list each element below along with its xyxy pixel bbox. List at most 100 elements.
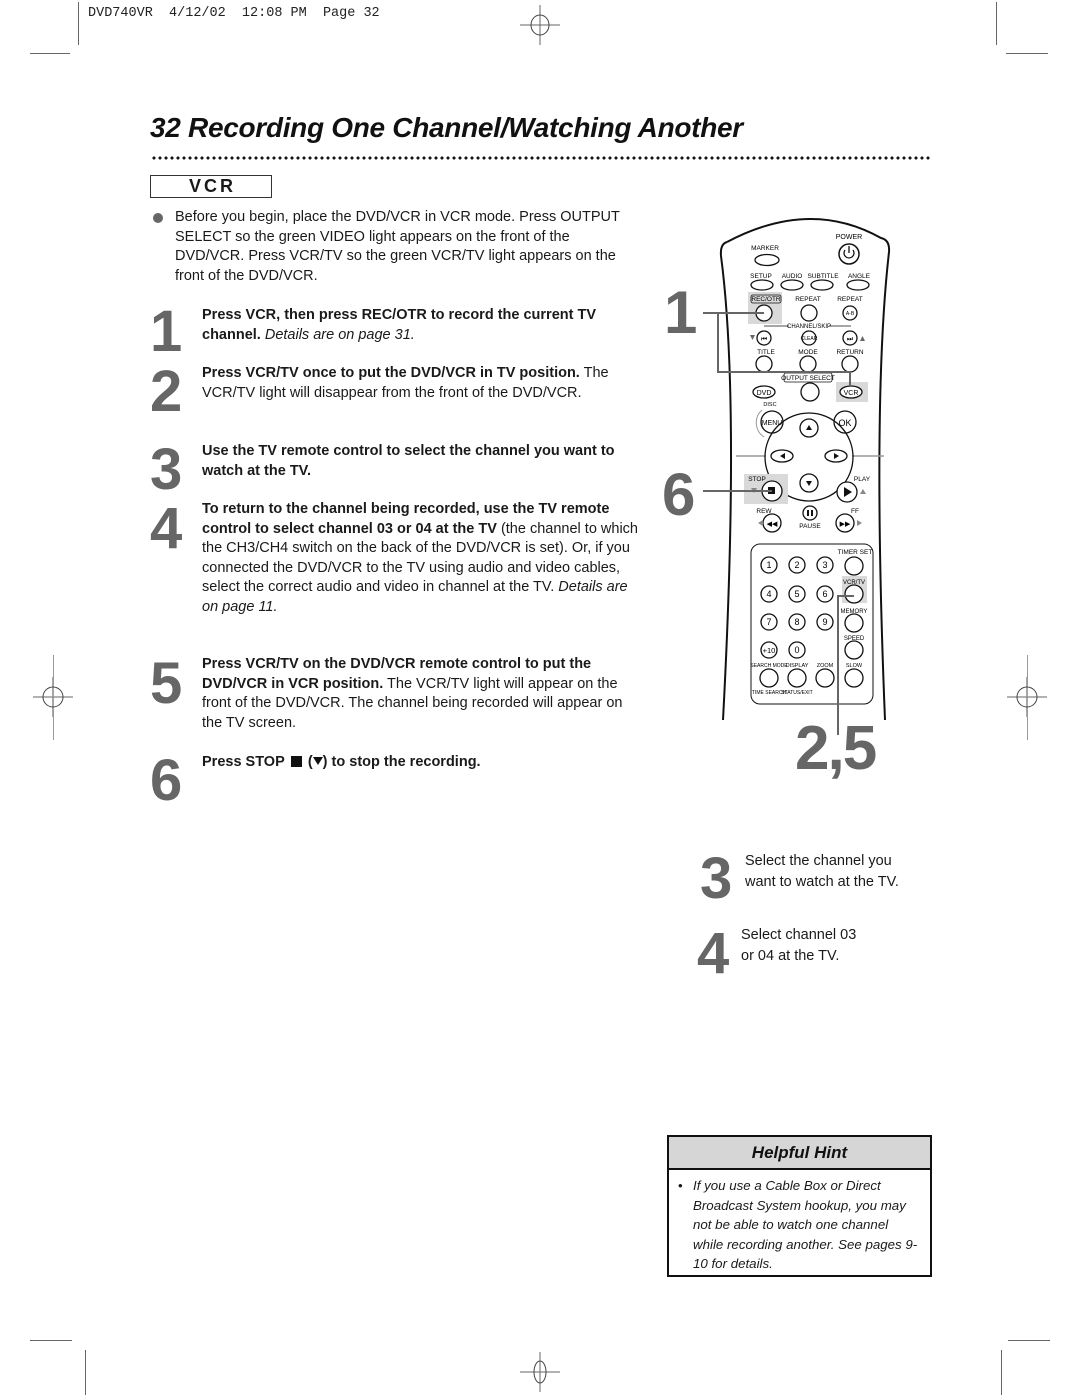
menu-label: MENU bbox=[762, 420, 783, 427]
svg-text:5: 5 bbox=[794, 589, 799, 599]
step-text: Press STOP () to stop the recording. bbox=[202, 754, 481, 770]
step-number: 3 bbox=[150, 437, 183, 502]
vcr-label: VCR bbox=[844, 390, 859, 397]
ab-label: A-B bbox=[846, 311, 855, 317]
subtitle-button bbox=[810, 279, 834, 291]
channel-skip-label: CHANNEL/SKIP bbox=[787, 324, 831, 330]
subtitle-label: SUBTITLE bbox=[807, 273, 839, 280]
step-number: 1 bbox=[150, 299, 183, 364]
side-note-number: 3 bbox=[700, 846, 733, 911]
intro-text: Before you begin, place the DVD/VCR in V… bbox=[175, 209, 620, 284]
marker-button bbox=[754, 253, 780, 267]
step-instruction: Press VCR/TV once to put the DVD/VCR in … bbox=[202, 365, 580, 381]
mode-button bbox=[799, 355, 817, 373]
page-title: 32 Recording One Channel/Watching Anothe… bbox=[150, 112, 743, 143]
hint-body: • If you use a Cable Box or Direct Broad… bbox=[669, 1170, 930, 1274]
search-mode-button bbox=[759, 668, 779, 688]
display-button bbox=[787, 668, 807, 688]
step-instruction: Use the TV remote control to select the … bbox=[202, 443, 615, 479]
display-label: DISPLAY bbox=[786, 663, 809, 669]
mode-label: MODE bbox=[798, 349, 818, 356]
svg-text:6: 6 bbox=[822, 589, 827, 599]
step-number: 6 bbox=[150, 748, 183, 813]
slow-label: SLOW bbox=[846, 663, 863, 669]
output-select-button bbox=[800, 382, 820, 402]
step-text: Press VCR/TV once to put the DVD/VCR in … bbox=[202, 364, 642, 403]
registration-mark-bottom bbox=[520, 1352, 560, 1392]
repeat-label: REPEAT bbox=[795, 296, 821, 303]
side-note-line: or 04 at the TV. bbox=[741, 948, 840, 964]
ff-label: FF bbox=[851, 508, 859, 515]
angle-label: ANGLE bbox=[848, 273, 871, 280]
registration-mark-top bbox=[520, 5, 560, 45]
up-triangle-icon bbox=[860, 336, 865, 341]
search-mode-label: SEARCH MODE bbox=[750, 663, 788, 669]
power-label: POWER bbox=[836, 234, 862, 241]
side-note-text: Select channel 03 or 04 at the TV. bbox=[741, 925, 856, 967]
svg-text:7: 7 bbox=[766, 617, 771, 627]
svg-text:8: 8 bbox=[794, 617, 799, 627]
stop-label: STOP bbox=[748, 476, 766, 483]
side-note-text: Select the channel you want to watch at … bbox=[745, 851, 899, 893]
svg-text:3: 3 bbox=[822, 560, 827, 570]
stop-square-icon bbox=[290, 756, 302, 767]
step-instruction: to stop the recording. bbox=[331, 754, 481, 770]
skip-forward-icon: ⏭ bbox=[847, 336, 854, 343]
memory-button bbox=[844, 613, 864, 633]
setup-button bbox=[750, 279, 774, 291]
svg-text:4: 4 bbox=[766, 589, 771, 599]
play-label: PLAY bbox=[854, 476, 871, 483]
section-badge: VCR bbox=[150, 175, 272, 198]
side-note-line: Select channel 03 bbox=[741, 927, 857, 943]
svg-text:0: 0 bbox=[794, 645, 799, 655]
side-note-number: 4 bbox=[697, 921, 730, 986]
side-note-line: Select the channel you bbox=[745, 853, 892, 869]
return-label: RETURN bbox=[836, 349, 863, 356]
hint-title: Helpful Hint bbox=[669, 1137, 930, 1170]
step-number: 2 bbox=[150, 359, 183, 424]
bullet-icon: • bbox=[678, 1178, 683, 1193]
svg-text:2: 2 bbox=[794, 560, 799, 570]
step-text: Use the TV remote control to select the … bbox=[202, 442, 642, 481]
hint-text: If you use a Cable Box or Direct Broadca… bbox=[693, 1178, 918, 1271]
rewind-icon: ◀◀ bbox=[767, 521, 778, 528]
digit-buttons: 1 2 3 4 5 6 7 8 9 +10 0 bbox=[760, 556, 834, 659]
vcr-tv-button bbox=[844, 584, 864, 604]
return-button bbox=[841, 355, 859, 373]
speed-button bbox=[844, 640, 864, 660]
down-triangle-icon bbox=[312, 757, 323, 765]
step-text: Press VCR, then press REC/OTR to record … bbox=[202, 306, 642, 345]
down-triangle-icon bbox=[750, 335, 755, 340]
title-button bbox=[755, 355, 773, 373]
svg-text:9: 9 bbox=[822, 617, 827, 627]
step-instruction: Press STOP bbox=[202, 754, 285, 770]
pause-label: PAUSE bbox=[799, 523, 821, 530]
repeat-button bbox=[800, 304, 818, 322]
step-number: 5 bbox=[150, 651, 183, 716]
fast-forward-icon: ▶▶ bbox=[840, 521, 851, 528]
step-text: Press VCR/TV on the DVD/VCR remote contr… bbox=[202, 655, 642, 733]
helpful-hint-box: Helpful Hint • If you use a Cable Box or… bbox=[667, 1135, 932, 1277]
dvd-label: DVD bbox=[757, 390, 772, 397]
skip-back-icon: ⏮ bbox=[761, 336, 767, 343]
timer-set-label: TIMER SET bbox=[838, 549, 873, 556]
angle-button bbox=[846, 279, 870, 291]
setup-label: SETUP bbox=[750, 273, 772, 280]
rec-otr-label: REC/OTR bbox=[751, 296, 781, 303]
pause-button bbox=[802, 505, 818, 521]
clear-label: CLEAR bbox=[801, 336, 818, 342]
zoom-label: ZOOM bbox=[817, 663, 834, 669]
repeat-ab-label: REPEAT bbox=[837, 296, 863, 303]
zoom-button bbox=[815, 668, 835, 688]
disc-label: DISC bbox=[763, 402, 776, 408]
print-slug: DVD740VR 4/12/02 12:08 PM Page 32 bbox=[88, 6, 380, 21]
remote-control-illustration: POWER MARKER SETUP AUDIO SUBTITLE ANGLE … bbox=[703, 217, 891, 735]
step-number: 4 bbox=[150, 496, 183, 561]
svg-text:1: 1 bbox=[766, 560, 771, 570]
title-label: TITLE bbox=[757, 349, 775, 356]
step-reference: Details are on page 31. bbox=[264, 326, 415, 343]
step-text: To return to the channel being recorded,… bbox=[202, 500, 642, 617]
timer-set-button bbox=[844, 556, 864, 576]
output-select-label: OUTPUT SELECT bbox=[781, 375, 835, 382]
svg-text:+10: +10 bbox=[763, 646, 776, 655]
